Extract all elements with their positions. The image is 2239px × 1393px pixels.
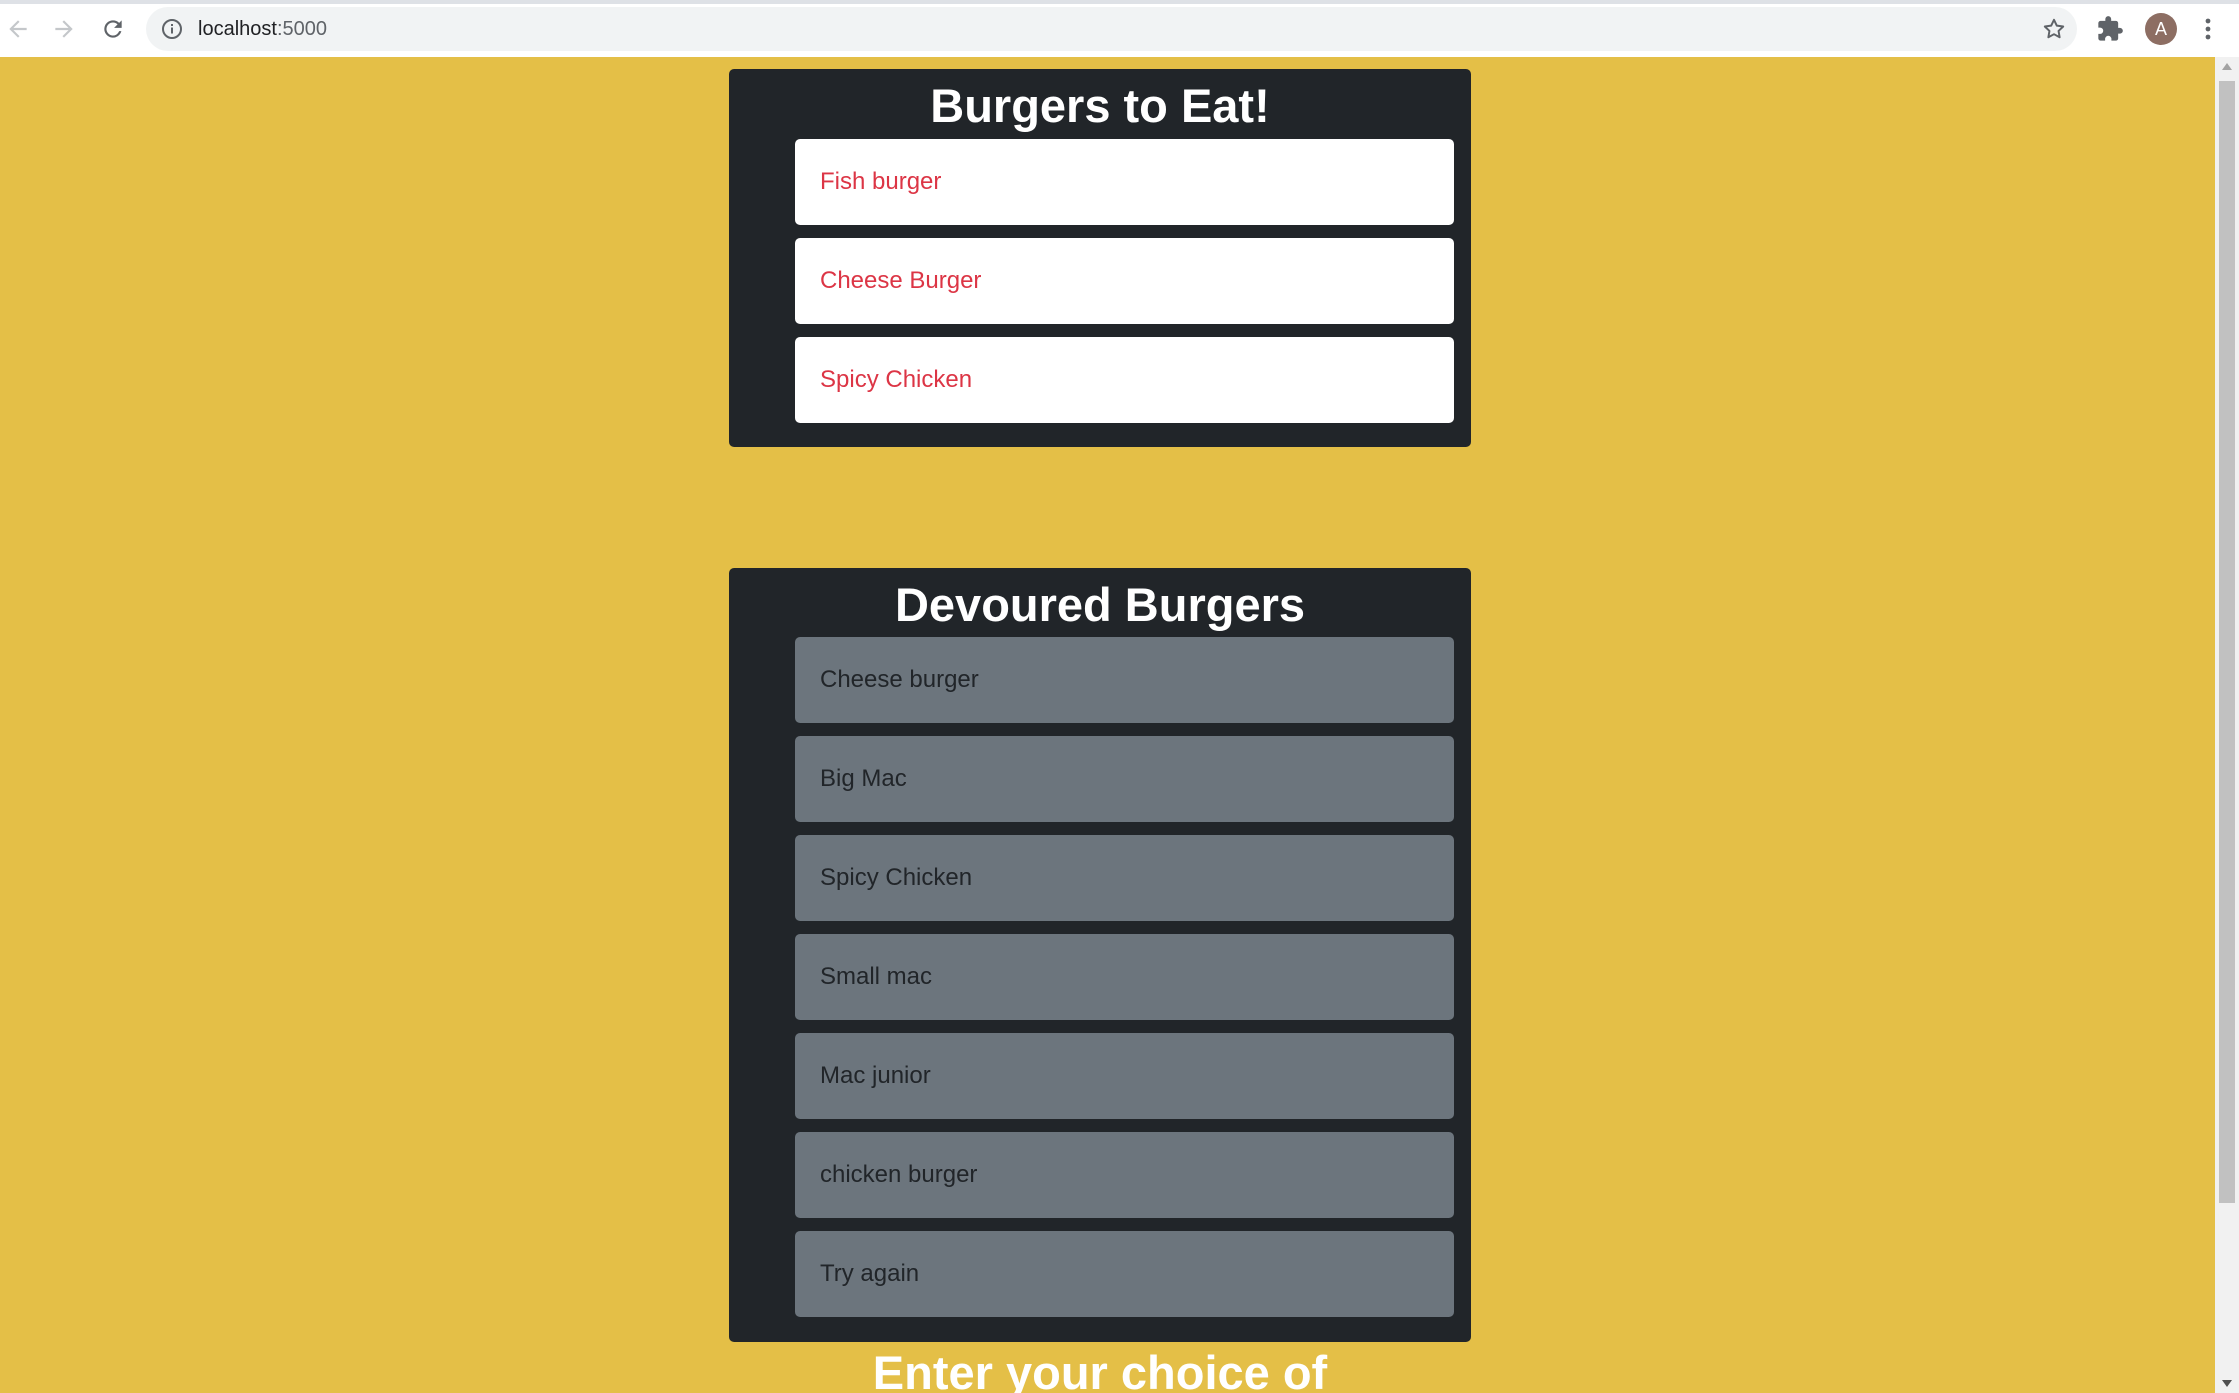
url-text: localhost:5000 [198, 17, 327, 41]
scroll-up-arrow-icon[interactable] [2222, 63, 2232, 70]
page-scrollbar[interactable] [2215, 57, 2239, 1393]
browser-menu-icon[interactable] [2198, 14, 2218, 44]
devoured-burger-item: Small mac [795, 934, 1454, 1020]
page-viewport: Burgers to Eat! Fish burger Cheese Burge… [0, 57, 2215, 1393]
burger-to-eat-item[interactable]: Fish burger [795, 139, 1454, 225]
url-host: localhost [198, 18, 277, 40]
burger-form-heading: Enter your choice of [872, 1346, 1328, 1393]
profile-avatar[interactable]: A [2145, 13, 2177, 45]
bookmark-star-icon[interactable] [2041, 16, 2067, 42]
tab-strip-edge [0, 0, 2239, 4]
extensions-puzzle-icon[interactable] [2096, 15, 2124, 43]
forward-arrow-icon [55, 20, 73, 38]
burger-to-eat-item[interactable]: Cheese Burger [795, 238, 1454, 324]
devoured-burger-item: Big Mac [795, 736, 1454, 822]
devoured-burgers-title: Devoured Burgers [894, 578, 1306, 631]
forward-button[interactable] [48, 13, 80, 45]
back-arrow-icon [9, 20, 27, 38]
address-bar[interactable]: localhost:5000 [146, 7, 2077, 51]
devoured-burger-item: Try again [795, 1231, 1454, 1317]
devoured-burger-item: Cheese burger [795, 637, 1454, 723]
back-button[interactable] [2, 13, 34, 45]
devoured-burger-item: Spicy Chicken [795, 835, 1454, 921]
url-port: :5000 [276, 18, 327, 40]
reload-icon [104, 20, 122, 38]
browser-toolbar: localhost:5000 A [0, 0, 2239, 57]
burgers-to-eat-panel: Burgers to Eat! Fish burger Cheese Burge… [729, 69, 1471, 447]
scroll-down-arrow-icon[interactable] [2222, 1380, 2232, 1387]
devoured-burgers-panel: Devoured Burgers Cheese burger Big Mac S… [729, 568, 1471, 1342]
devoured-burger-item: Mac junior [795, 1033, 1454, 1119]
scrollbar-thumb[interactable] [2219, 81, 2235, 1203]
info-icon[interactable] [160, 17, 184, 41]
burgers-to-eat-title: Burgers to Eat! [930, 79, 1270, 132]
burger-to-eat-item[interactable]: Spicy Chicken [795, 337, 1454, 423]
devoured-burger-item: chicken burger [795, 1132, 1454, 1218]
reload-button[interactable] [97, 13, 129, 45]
